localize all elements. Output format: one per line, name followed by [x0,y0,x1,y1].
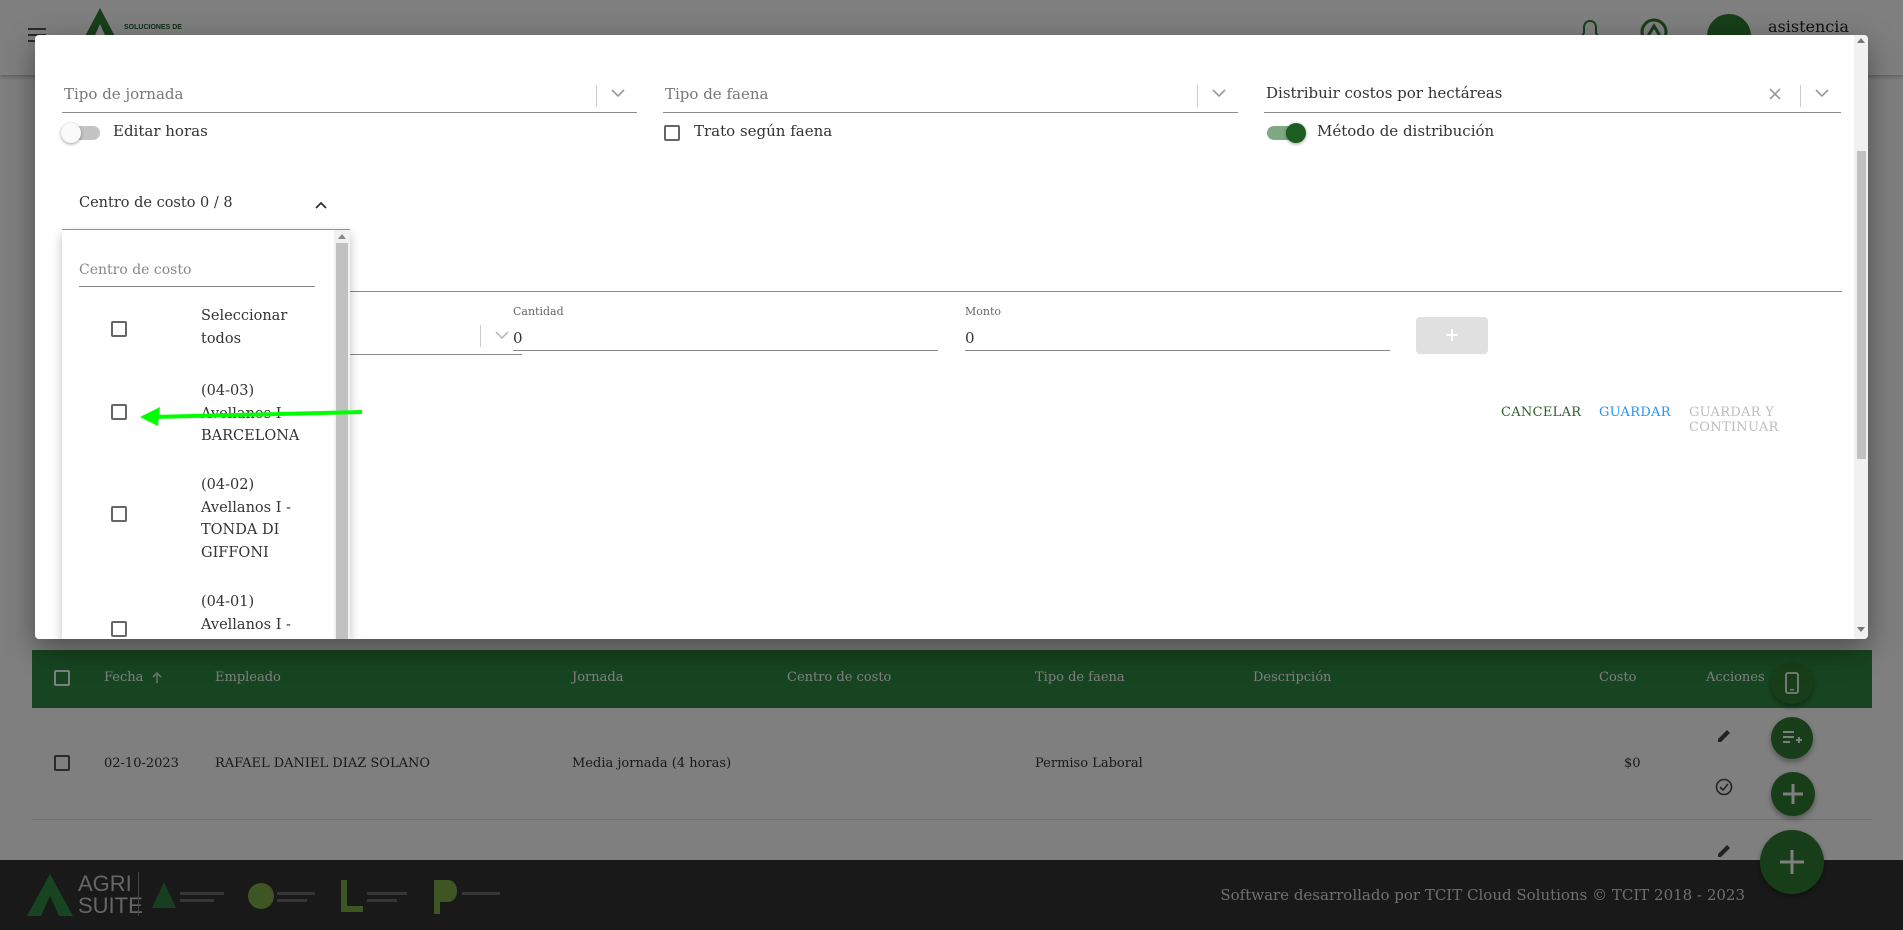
editar-horas-toggle[interactable] [61,123,100,143]
hidden-field-underline [350,291,1842,292]
chevron-down-icon[interactable] [1815,88,1829,98]
save-continue-button[interactable]: GUARDAR Y CONTINUAR [1689,405,1868,435]
scrollbar-thumb[interactable] [1857,151,1866,459]
save-button[interactable]: GUARDAR [1599,405,1671,420]
scrollbar-thumb[interactable] [336,243,348,639]
edit-dialog: Tipo de jornada Tipo de faena Distribuir… [35,35,1868,639]
annotation-arrow-icon [140,407,363,426]
monto-input[interactable]: 0 [965,321,1390,351]
toggle-knob [1286,123,1306,143]
list-item-select-all[interactable]: Seleccionar todos [62,305,334,355]
item-checkbox[interactable] [111,621,127,637]
scroll-down-arrow-icon[interactable] [1857,627,1865,633]
clear-icon[interactable] [1769,88,1781,100]
tipo-faena-label: Tipo de faena [665,85,769,103]
centro-costo-dropdown-toggle[interactable]: Centro de costo 0 / 8 [62,185,350,230]
distribuir-costos-value: Distribuir costos por hectáreas [1266,84,1503,102]
line-item-select[interactable] [350,317,522,355]
editar-horas-label: Editar horas [113,122,208,140]
scroll-up-arrow-icon[interactable] [1857,37,1865,43]
trato-faena-checkbox[interactable] [664,125,680,141]
centro-costo-search-input[interactable]: Centro de costo [79,259,315,287]
cantidad-input[interactable]: 0 [513,321,938,351]
select-separator [1800,85,1801,107]
list-item[interactable]: (04-01) Avellanos I - [62,591,334,639]
scroll-up-arrow-icon[interactable] [338,234,346,239]
distribuir-costos-select[interactable]: Distribuir costos por hectáreas [1264,73,1841,113]
select-all-checkbox[interactable] [111,321,127,337]
list-item[interactable]: (04-02) Avellanos I - TONDA DI GIFFONI [62,474,334,568]
tipo-jornada-select[interactable]: Tipo de jornada [62,73,637,113]
cancel-button[interactable]: CANCELAR [1501,405,1581,420]
monto-label: Monto [965,305,1002,318]
select-separator [480,325,481,347]
tipo-faena-select[interactable]: Tipo de faena [663,73,1238,113]
item-label: (04-02) Avellanos I - TONDA DI GIFFONI [201,477,291,561]
dialog-scrollbar[interactable] [1854,35,1868,639]
centro-costo-count: Centro de costo 0 / 8 [79,195,233,211]
item-checkbox[interactable] [111,506,127,522]
metodo-distribucion-label: Método de distribución [1317,122,1495,140]
item-label: (04-01) Avellanos I - [201,594,291,633]
plus-icon [1446,329,1458,341]
trato-faena-label: Trato según faena [694,122,833,140]
chevron-down-icon[interactable] [495,330,509,340]
item-label: Seleccionar todos [201,308,288,347]
chevron-down-icon[interactable] [1212,88,1226,98]
toggle-knob [61,123,81,143]
cantidad-label: Cantidad [513,305,564,318]
select-separator [1197,85,1198,107]
tipo-jornada-label: Tipo de jornada [64,85,184,103]
chevron-down-icon[interactable] [611,88,625,98]
metodo-distribucion-toggle[interactable] [1267,123,1306,143]
select-separator [596,85,597,107]
add-line-button[interactable] [1416,317,1488,354]
search-placeholder: Centro de costo [79,262,192,278]
item-checkbox[interactable] [111,404,127,420]
chevron-up-icon[interactable] [315,201,327,209]
